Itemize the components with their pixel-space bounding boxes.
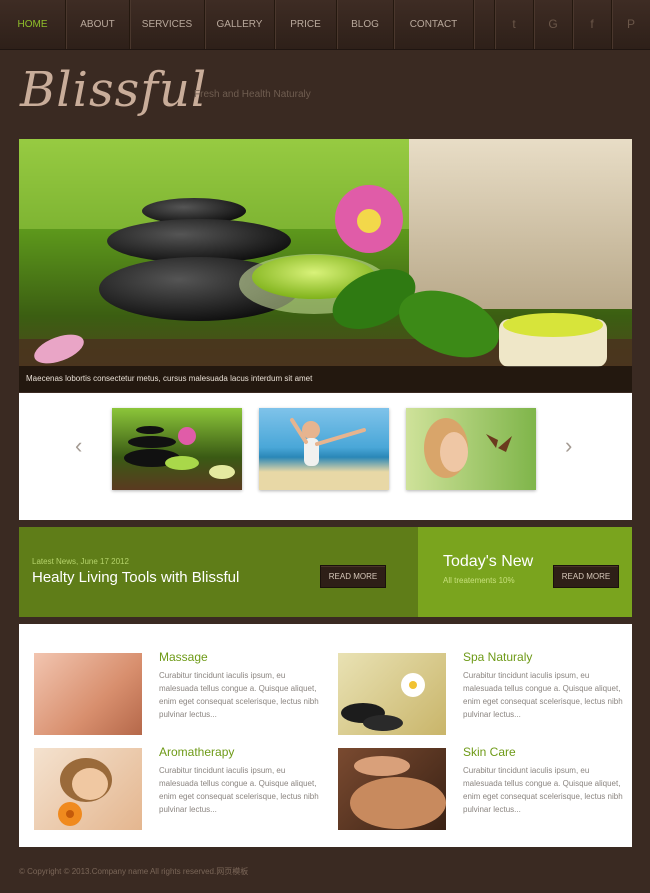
news-banner: Latest News, June 17 2012 Healty Living …	[19, 527, 632, 617]
carousel-next-icon[interactable]: ›	[565, 433, 572, 459]
top-navigation-bar: HOME ABOUT SERVICES GALLERY PRICE BLOG C…	[0, 0, 650, 50]
news-read-more-button[interactable]: READ MORE	[320, 565, 386, 588]
hero-caption: Maecenas lobortis consectetur metus, cur…	[19, 366, 632, 392]
hot-stone-back-image	[350, 756, 446, 829]
google-icon[interactable]: G	[533, 0, 572, 49]
todays-read-more-button[interactable]: READ MORE	[553, 565, 619, 588]
services-section: Massage Curabitur tincidunt iaculis ipsu…	[19, 624, 632, 847]
spa-stones-flower-image	[341, 673, 425, 731]
nav-contact[interactable]: CONTACT	[394, 0, 474, 49]
nav-gallery[interactable]: GALLERY	[205, 0, 275, 49]
beach-woman-image	[290, 418, 366, 466]
service-title-skin-care[interactable]: Skin Care	[463, 745, 516, 759]
butterfly-woman-image	[424, 418, 512, 478]
pinterest-icon[interactable]: P	[611, 0, 650, 49]
todays-new-panel: Today's New All treatements 10% READ MOR…	[418, 527, 632, 617]
social-links: t G f P	[494, 0, 650, 49]
facebook-icon[interactable]: f	[572, 0, 611, 49]
service-title-spa-naturaly[interactable]: Spa Naturaly	[463, 650, 532, 664]
carousel-thumb-beach[interactable]	[259, 408, 389, 490]
woman-flower-image	[58, 758, 112, 826]
service-title-massage[interactable]: Massage	[159, 650, 208, 664]
todays-new-title: Today's New	[443, 553, 534, 570]
carousel-prev-icon[interactable]: ‹	[75, 433, 82, 459]
main-nav: HOME ABOUT SERVICES GALLERY PRICE BLOG C…	[0, 0, 474, 49]
news-title[interactable]: Healty Living Tools with Blissful	[32, 569, 239, 586]
footer-copyright: © Copyright © 2013.Company name All righ…	[19, 867, 249, 876]
service-text-skin-care: Curabitur tincidunt iaculis ipsum, eu ma…	[463, 766, 623, 814]
hero-image	[19, 139, 632, 392]
service-text-aromatherapy: Curabitur tincidunt iaculis ipsum, eu ma…	[159, 766, 319, 814]
thumbnail-carousel: ‹ ›	[19, 393, 632, 520]
latest-news-panel: Latest News, June 17 2012 Healty Living …	[19, 527, 418, 617]
aromatherapy-image[interactable]	[34, 748, 142, 830]
todays-new-subtitle: All treatements 10%	[443, 576, 515, 585]
carousel-thumb-butterfly[interactable]	[406, 408, 536, 490]
nav-price[interactable]: PRICE	[275, 0, 337, 49]
service-text-spa-naturaly: Curabitur tincidunt iaculis ipsum, eu ma…	[463, 671, 623, 719]
nav-home[interactable]: HOME	[0, 0, 66, 49]
massage-image[interactable]	[34, 653, 142, 735]
twitter-icon[interactable]: t	[494, 0, 533, 49]
nav-services[interactable]: SERVICES	[130, 0, 205, 49]
skin-care-image[interactable]	[338, 748, 446, 830]
news-date: Latest News, June 17 2012	[32, 557, 129, 566]
nav-about[interactable]: ABOUT	[66, 0, 130, 49]
spa-naturaly-image[interactable]	[338, 653, 446, 735]
hero-slider[interactable]: Maecenas lobortis consectetur metus, cur…	[19, 139, 632, 392]
site-tagline: Fresh and Health Naturaly	[194, 89, 311, 100]
carousel-thumb-spa-stones[interactable]	[112, 408, 242, 490]
spa-stones-image	[124, 426, 235, 479]
service-title-aromatherapy[interactable]: Aromatherapy	[159, 745, 234, 759]
service-text-massage: Curabitur tincidunt iaculis ipsum, eu ma…	[159, 671, 319, 719]
site-logo[interactable]: Blissful	[20, 62, 207, 118]
nav-blog[interactable]: BLOG	[337, 0, 394, 49]
